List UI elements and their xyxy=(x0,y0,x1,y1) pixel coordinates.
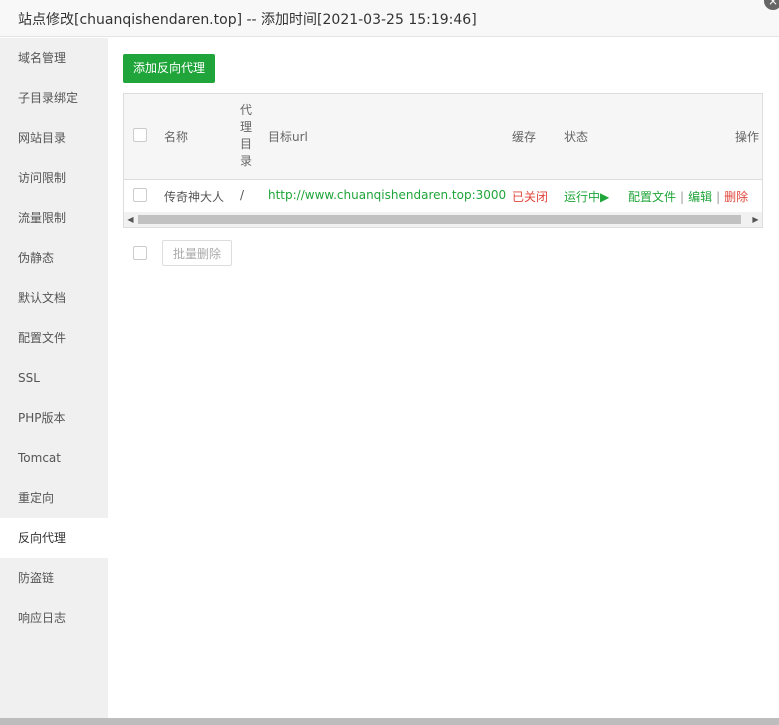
table-header: 名称 代 理 目 录 目标url 缓存 状态 操作 xyxy=(124,94,762,180)
sidebar-item-php-version[interactable]: PHP版本 xyxy=(0,398,108,438)
row-run-status[interactable]: 运行中▶ xyxy=(564,188,609,205)
row-actions: 配置文件 | 编辑 | 删除 xyxy=(628,188,748,205)
window-bottom-border xyxy=(0,718,779,725)
header-cache: 缓存 xyxy=(512,130,537,144)
header-target-url: 目标url xyxy=(268,130,308,144)
sidebar-item-site-directory[interactable]: 网站目录 xyxy=(0,118,108,158)
sidebar-item-rewrite[interactable]: 伪静态 xyxy=(0,238,108,278)
delete-link[interactable]: 删除 xyxy=(724,190,748,204)
window-title: 站点修改[chuanqishendaren.top] -- 添加时间[2021-… xyxy=(18,12,477,28)
header-status: 状态 xyxy=(564,130,589,144)
sidebar-item-tomcat[interactable]: Tomcat xyxy=(0,438,108,478)
sidebar-item-redirect[interactable]: 重定向 xyxy=(0,478,108,518)
sidebar-item-response-log[interactable]: 响应日志 xyxy=(0,598,108,638)
sidebar-item-config-file[interactable]: 配置文件 xyxy=(0,318,108,358)
sidebar-item-subdir-binding[interactable]: 子目录绑定 xyxy=(0,78,108,118)
sidebar: 域名管理 子目录绑定 网站目录 访问限制 流量限制 伪静态 默认文档 配置文件 … xyxy=(0,38,108,718)
add-reverse-proxy-button[interactable]: 添加反向代理 xyxy=(123,54,216,83)
batch-select-checkbox[interactable] xyxy=(133,246,147,260)
sidebar-item-access-limit[interactable]: 访问限制 xyxy=(0,158,108,198)
batch-delete-button[interactable]: 批量删除 xyxy=(162,240,233,266)
header-proxy-dir-char: 目 xyxy=(240,137,253,151)
sidebar-item-ssl[interactable]: SSL xyxy=(0,358,108,398)
row-name: 传奇神大人 xyxy=(164,190,225,204)
edit-link[interactable]: 编辑 xyxy=(688,190,712,204)
action-separator: | xyxy=(680,190,685,204)
scroll-left-arrow-icon[interactable]: ◀ xyxy=(124,212,137,227)
sidebar-item-domain[interactable]: 域名管理 xyxy=(0,38,108,78)
row-proxy-dir: / xyxy=(240,188,245,202)
proxy-table: 名称 代 理 目 录 目标url 缓存 状态 操作 传奇神大人 / http:/… xyxy=(123,93,763,228)
title-bar: 站点修改[chuanqishendaren.top] -- 添加时间[2021-… xyxy=(0,0,779,37)
sidebar-item-hotlink-protection[interactable]: 防盗链 xyxy=(0,558,108,598)
row-cache-status[interactable]: 已关闭 xyxy=(512,188,548,205)
header-proxy-dir: 代 理 目 录 xyxy=(240,102,254,170)
select-all-checkbox[interactable] xyxy=(133,128,147,142)
scrollbar-thumb[interactable] xyxy=(138,215,741,224)
horizontal-scrollbar[interactable]: ◀ ▶ xyxy=(124,212,762,227)
header-proxy-dir-char: 录 xyxy=(240,154,253,168)
table-row: 传奇神大人 / http://www.chuanqishendaren.top:… xyxy=(124,179,762,211)
scroll-right-arrow-icon[interactable]: ▶ xyxy=(749,212,762,227)
header-name: 名称 xyxy=(164,130,189,144)
row-target-url[interactable]: http://www.chuanqishendaren.top:3000 xyxy=(268,188,506,202)
config-file-link[interactable]: 配置文件 xyxy=(628,190,676,204)
header-proxy-dir-char: 理 xyxy=(240,120,253,134)
sidebar-item-reverse-proxy[interactable]: 反向代理 xyxy=(0,518,108,558)
main-panel: 添加反向代理 名称 代 理 目 录 目标url 缓存 状态 操作 传奇神大人 /… xyxy=(108,38,779,718)
action-separator: | xyxy=(716,190,721,204)
row-checkbox[interactable] xyxy=(133,188,147,202)
sidebar-item-default-doc[interactable]: 默认文档 xyxy=(0,278,108,318)
sidebar-item-traffic-limit[interactable]: 流量限制 xyxy=(0,198,108,238)
header-actions: 操作 xyxy=(735,130,760,144)
header-proxy-dir-char: 代 xyxy=(240,103,253,117)
